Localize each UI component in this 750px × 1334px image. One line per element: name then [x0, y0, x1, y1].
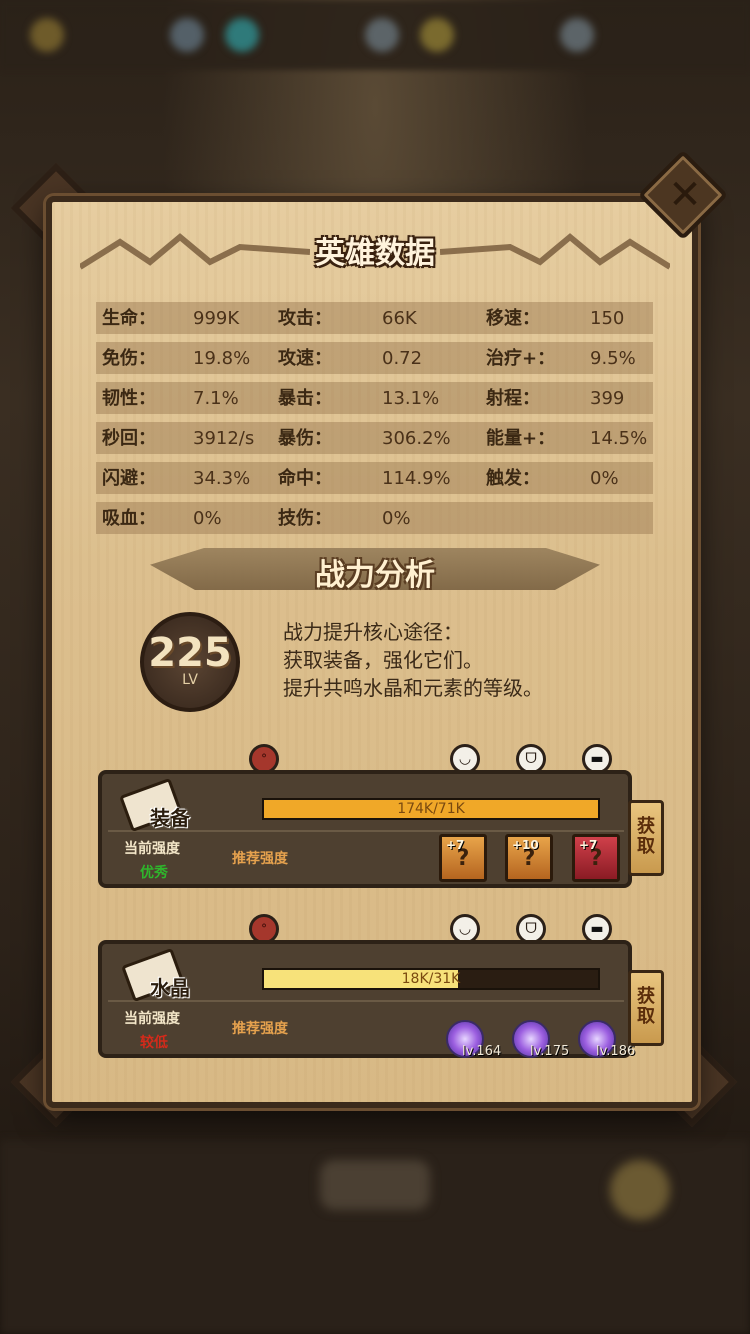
stat-label: 秒回： [102, 428, 156, 449]
equipment-get-button[interactable]: 获取 [628, 800, 664, 876]
stat-label: 闪避： [102, 468, 156, 489]
equipment-progress-bar: 174K/71K [262, 798, 600, 820]
stat-value: 19.8% [193, 348, 251, 369]
item-plus-label: +7 [579, 838, 598, 852]
stat-row: 免伤： 19.8% 攻速： 0.72 治疗+： 9.5% [96, 342, 653, 374]
analysis-title: 战力分析 [315, 558, 435, 593]
stat-value: 13.1% [382, 388, 440, 409]
current-strength-label: 当前强度 [124, 841, 180, 857]
stat-row: 生命： 999K 攻击： 66K 移速： 150 [96, 302, 653, 334]
crystal-progress-bar: 18K/31K [262, 968, 600, 990]
stat-row: 韧性： 7.1% 暴击： 13.1% 射程： 399 [96, 382, 653, 414]
stat-value: 999K [193, 308, 240, 329]
level-number: 225 [148, 630, 232, 676]
tips-text: 战力提升核心途径： 获取装备，强化它们。 提升共鸣水晶和元素的等级。 [283, 618, 543, 702]
stat-value: 306.2% [382, 428, 451, 449]
background-icon [30, 18, 64, 52]
stat-value: 9.5% [590, 348, 636, 369]
stat-value: 3912/s [193, 428, 255, 449]
stat-row: 秒回： 3912/s 暴伤： 306.2% 能量+： 14.5% [96, 422, 653, 454]
current-strength-value: 较低 [140, 1035, 168, 1051]
crystal-level: lv.175 [530, 1044, 570, 1059]
item-plus-label: +7 [446, 838, 465, 852]
equipment-progress-text: 174K/71K [397, 801, 465, 817]
stat-label: 吸血： [102, 508, 156, 529]
stat-value: 0% [193, 508, 222, 529]
stat-label: 免伤： [102, 348, 156, 369]
crystal-label: 水晶 [150, 976, 190, 1000]
stat-label: 射程： [486, 388, 540, 409]
stat-label: 暴伤： [278, 428, 332, 449]
recommend-strength-label: 推荐强度 [232, 851, 288, 867]
stat-value: 0% [382, 508, 411, 529]
equipment-item[interactable]: +7 ? [439, 834, 487, 882]
stat-label: 技伤： [278, 508, 332, 529]
crystal-get-button[interactable]: 获取 [628, 970, 664, 1046]
background-icon [560, 18, 594, 52]
current-strength-label: 当前强度 [124, 1011, 180, 1027]
tip-line: 提升共鸣水晶和元素的等级。 [283, 676, 543, 700]
current-strength-value: 优秀 [140, 865, 168, 881]
recommend-strength-label: 推荐强度 [232, 1021, 288, 1037]
stat-label: 暴击： [278, 388, 332, 409]
crystal-progress-text: 18K/31K [401, 971, 461, 987]
background-icon [365, 18, 399, 52]
stat-value: 150 [590, 308, 625, 329]
background-icon [225, 18, 259, 52]
stat-row: 闪避： 34.3% 命中： 114.9% 触发： 0% [96, 462, 653, 494]
stat-label: 生命： [102, 308, 156, 329]
stat-value: 7.1% [193, 388, 239, 409]
stat-value: 14.5% [590, 428, 648, 449]
stat-value: 399 [590, 388, 625, 409]
level-label: LV [182, 672, 198, 688]
background-button [320, 1160, 430, 1210]
background-button [610, 1160, 670, 1220]
stat-label: 攻击： [278, 308, 332, 329]
stat-value: 0.72 [382, 348, 423, 369]
close-icon[interactable]: ✕ [661, 173, 709, 217]
equipment-item[interactable]: +7 ? [572, 834, 620, 882]
item-plus-label: +10 [512, 838, 539, 852]
stat-value: 66K [382, 308, 417, 329]
tip-line: 战力提升核心途径： [283, 620, 463, 644]
stat-label: 触发： [486, 468, 540, 489]
crystal-level: lv.186 [596, 1044, 636, 1059]
panel-title: 英雄数据 [315, 236, 435, 271]
stat-label: 命中： [278, 468, 332, 489]
stat-label: 攻速： [278, 348, 332, 369]
background-icon [420, 18, 454, 52]
equipment-label: 装备 [150, 806, 190, 830]
stat-label: 能量+： [486, 428, 556, 449]
stat-label: 韧性： [102, 388, 156, 409]
stat-label: 治疗+： [486, 348, 556, 369]
stat-label: 移速： [486, 308, 540, 329]
equipment-item[interactable]: +10 ? [505, 834, 553, 882]
stat-value: 0% [590, 468, 619, 489]
stat-row: 吸血： 0% 技伤： 0% [96, 502, 653, 534]
stat-value: 34.3% [193, 468, 251, 489]
tip-line: 获取装备，强化它们。 [283, 648, 483, 672]
crystal-level: lv.164 [462, 1044, 502, 1059]
stats-table: 生命： 999K 攻击： 66K 移速： 150 免伤： 19.8% 攻速： 0.72 治疗+： 9.… [96, 302, 653, 542]
background-icon [170, 18, 204, 52]
stat-value: 114.9% [382, 468, 451, 489]
